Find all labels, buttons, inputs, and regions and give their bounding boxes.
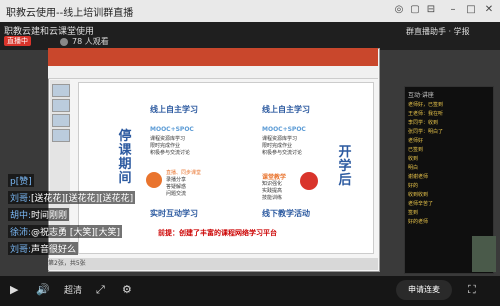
slide-item: 实践提高 [262,188,283,194]
chat-line: 李同学：收到 [408,120,439,126]
slide-tr-items: 课程资源库学习 限时完成作业 积极参与交流讨论 [262,136,302,157]
chat-line: 好的老师 [408,219,429,225]
pin-icon[interactable]: ◎ [392,2,406,18]
slide-thumbnail [52,84,70,97]
fullscreen-icon[interactable]: ⛶ [468,283,476,297]
slide-thumbnail [52,114,70,127]
slide-br-badge: 课堂教学 [262,174,287,181]
slide-item: 限时完成作业 [262,143,293,149]
tools-icon [146,172,162,188]
chat-panel-header: 互动·讲座 [408,92,434,99]
chat-line: 老师好 [408,138,424,144]
slide-bl-title: 实时互动学习 [150,209,198,218]
wrench-icon [300,172,318,190]
overlay-message: 刘哥:声音很好么 [8,242,79,255]
slide-thumbnail [52,129,70,142]
overlay-text: [送花花][送花花][送花花] [31,194,134,204]
overlay-user: 徐沛: [10,228,32,238]
overlay-message: 徐沛:@祝志勇 [大笑][大笑] [8,225,122,238]
slide-tr-mooc: MOOC+SPOC [262,126,306,133]
chat-line: 签到 [408,210,419,216]
maximize-button[interactable]: □ [464,2,478,18]
overlay-text: 声音很好么 [31,245,77,255]
chat-line: 明白 [408,165,419,171]
chat-line: 老师好，已签到 [408,102,444,108]
slide-tl-mooc: MOOC+SPOC [150,126,194,133]
slide-thumbnail [52,99,70,112]
camera-preview[interactable] [472,236,496,272]
overlay-user: 刘哥: [10,245,32,255]
slide-item: 知识强化 [262,181,283,187]
popout-icon[interactable]: ▢ [408,2,422,18]
slide-bl-items: 直播、同步课堂 录播分享 答疑解惑 问题交流 [166,170,201,198]
share-icon[interactable]: ⤢ [96,283,105,297]
window-title: 职教云使用--线上培训群直播 [6,8,134,19]
chat-line: 王老师：我在听 [408,111,444,117]
slide-left-vertical: 停课期间 [118,129,132,186]
chat-line: 张同学：明白了 [408,129,444,135]
ppt-toolbar [48,66,378,79]
chat-line: 谢谢老师 [408,174,429,180]
overlay-user: p[赞] [10,177,32,187]
slide-br-title: 线下教学活动 [262,209,310,218]
minimize-button[interactable]: – [446,2,460,18]
chat-line: 已签到 [408,147,424,153]
slide-item: 录播分享 [166,177,187,183]
slide-item: 限时完成作业 [150,143,181,149]
ppt-ribbon [48,48,378,66]
slide-item: 答疑解惑 [166,184,187,190]
overlay-user: 刘哥: [10,194,32,204]
slide-tr-title: 线上自主学习 [262,105,310,114]
settings-icon[interactable]: ⚙ [122,283,132,296]
ppt-statusbar: 第2张，共5张 [48,258,378,270]
chat-line: 老师辛苦了 [408,201,434,207]
slide-br-items: 知识强化 实践提高 技能训练 [262,181,282,202]
chat-line: 好的 [408,183,419,189]
slide-item: 积极参与交流讨论 [262,150,303,156]
volume-icon[interactable]: 🔊 [36,283,50,296]
overlay-message: 刘哥:[送花花][送花花][送花花] [8,191,136,204]
slide-item: 技能训练 [262,195,283,201]
slide-right-vertical: 开学后 [338,145,352,188]
slide-footer-text: 前提：创建了丰富的课程网络学习平台 [158,229,277,237]
chat-line: 收到 [408,156,419,162]
close-button[interactable]: ✕ [482,2,496,18]
overlay-text: @祝志勇 [大笑][大笑] [31,228,120,238]
chat-line: 收到收到 [408,192,429,198]
overlay-message: 胡中:时间刚刚 [8,208,70,221]
quality-select[interactable]: 超清 [64,283,82,296]
slide-item: 课程资源库学习 [150,136,186,142]
viewer-count: 78 人观看 [72,37,109,46]
layout-icon[interactable]: ⊟ [424,2,438,18]
slide-item: 问题交流 [166,191,187,197]
live-badge: 直播中 [4,36,31,46]
slide-tl-items: 课程资源库学习 限时完成作业 积极参与交流讨论 [150,136,190,157]
overlay-message: p[赞] [8,174,34,187]
play-icon[interactable]: ▶ [10,283,18,296]
overlay-user: 胡中: [10,211,32,221]
join-mic-button[interactable]: 申请连麦 [396,280,452,300]
slide-tl-title: 线上自主学习 [150,105,198,114]
slide-item: 课程资源库学习 [262,136,298,142]
viewer-icon [60,38,68,46]
slide-item: 积极参与交流讨论 [150,150,191,156]
slide-item: 直播、同步课堂 [166,170,202,176]
overlay-text: 时间刚刚 [31,211,68,221]
header-right-label: 群直播助手 · 学报 [406,27,470,36]
